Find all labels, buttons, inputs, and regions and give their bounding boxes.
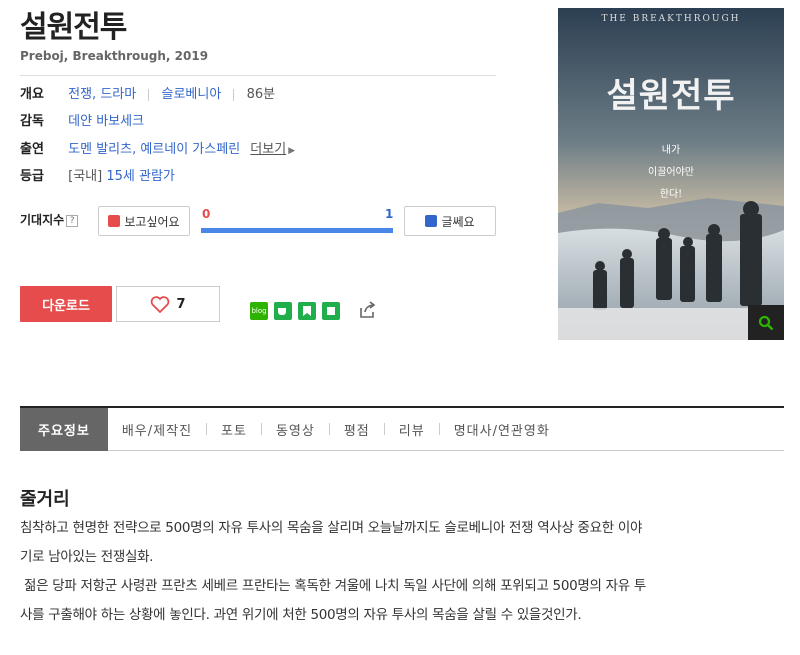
like-count: 7 [176, 296, 186, 312]
tab-rating[interactable]: 평점 [330, 408, 384, 451]
expectation-label-group: 기대지수? [20, 211, 79, 228]
director-link[interactable]: 데얀 바보세크 [68, 114, 144, 129]
help-icon[interactable]: ? [66, 214, 79, 227]
share-icon[interactable] [358, 300, 378, 324]
nope-count: 1 [385, 207, 394, 221]
country-link[interactable]: 슬로베니아 [162, 87, 222, 102]
poster-top-text: THE BREAKTHROUGH [601, 14, 741, 24]
download-button[interactable]: 다운로드 [20, 286, 112, 322]
want-to-see-button[interactable]: 보고싶어요 [98, 206, 190, 236]
rating-label: 등급 [20, 169, 44, 184]
expectation-label: 기대지수 [20, 213, 65, 227]
want-label: 보고싶어요 [124, 214, 180, 229]
rating-region: [국내] [68, 169, 103, 184]
separator [233, 88, 235, 101]
synopsis-text: 침착하고 현명한 전략으로 500명의 자유 투사의 목숨을 살리며 오늘날까지… [20, 520, 646, 623]
like-button[interactable]: 7 [116, 286, 220, 322]
info-rating-row: 등급 [국내] 15세 관람가 [20, 167, 175, 187]
tab-main-info[interactable]: 주요정보 [20, 407, 108, 451]
genre-link[interactable]: 전쟁, 드라마 [68, 87, 136, 102]
director-label: 감독 [20, 114, 44, 129]
blog-share-icon[interactable]: blog [250, 302, 268, 320]
want-count: 0 [202, 207, 211, 221]
divider [20, 75, 496, 76]
nope-label: 글쎄요 [441, 214, 475, 229]
heart-icon [151, 296, 170, 313]
info-director-row: 감독 데얀 바보세크 [20, 112, 144, 132]
info-cast-row: 출연 도멘 발리츠, 예르네이 가스페린 더보기 ▶ [20, 140, 295, 160]
synopsis-heading: 줄거리 [20, 489, 70, 510]
info-overview-row: 개요 전쟁, 드라마 슬로베니아 86분 [20, 85, 275, 105]
runtime: 86분 [246, 87, 276, 102]
not-sure-button[interactable]: 글쎄요 [404, 206, 496, 236]
memo-share-icon[interactable] [322, 302, 340, 320]
movie-subtitle: Preboj, Breakthrough, 2019 [20, 49, 209, 63]
tab-bar: 주요정보 배우/제작진 포토 동영상 평점 리뷰 명대사/연관영화 [20, 406, 784, 451]
tab-video[interactable]: 동영상 [262, 408, 329, 451]
rating-link[interactable]: 15세 관람가 [106, 169, 175, 184]
separator [148, 88, 150, 101]
tab-review[interactable]: 리뷰 [385, 408, 439, 451]
chevron-right-icon: ▶ [288, 146, 296, 156]
cast-more-link[interactable]: 더보기 [250, 142, 286, 157]
overview-label: 개요 [20, 87, 44, 102]
cafe-share-icon[interactable] [274, 302, 292, 320]
movie-poster[interactable]: THE BREAKTHROUGH 설원전투 내가 이끌어야만 한다! [558, 8, 784, 340]
bookmark-share-icon[interactable] [298, 302, 316, 320]
tab-photo[interactable]: 포토 [207, 408, 261, 451]
zoom-button[interactable] [748, 305, 784, 340]
poster-tagline: 내가 이끌어야만 한다! [648, 145, 694, 200]
cast-label: 출연 [20, 142, 44, 157]
cast-link[interactable]: 도멘 발리츠, 예르네이 가스페린 [68, 142, 240, 157]
share-icons: blog [250, 302, 340, 320]
movie-title: 설원전투 [20, 10, 127, 45]
thumbs-down-icon [425, 215, 438, 227]
thumbs-up-icon [108, 215, 121, 227]
tab-quotes-related[interactable]: 명대사/연관영화 [440, 408, 564, 451]
expectation-gauge [201, 228, 393, 233]
tab-cast-crew[interactable]: 배우/제작진 [108, 408, 206, 451]
poster-title: 설원전투 [606, 76, 736, 116]
search-icon [758, 315, 774, 330]
